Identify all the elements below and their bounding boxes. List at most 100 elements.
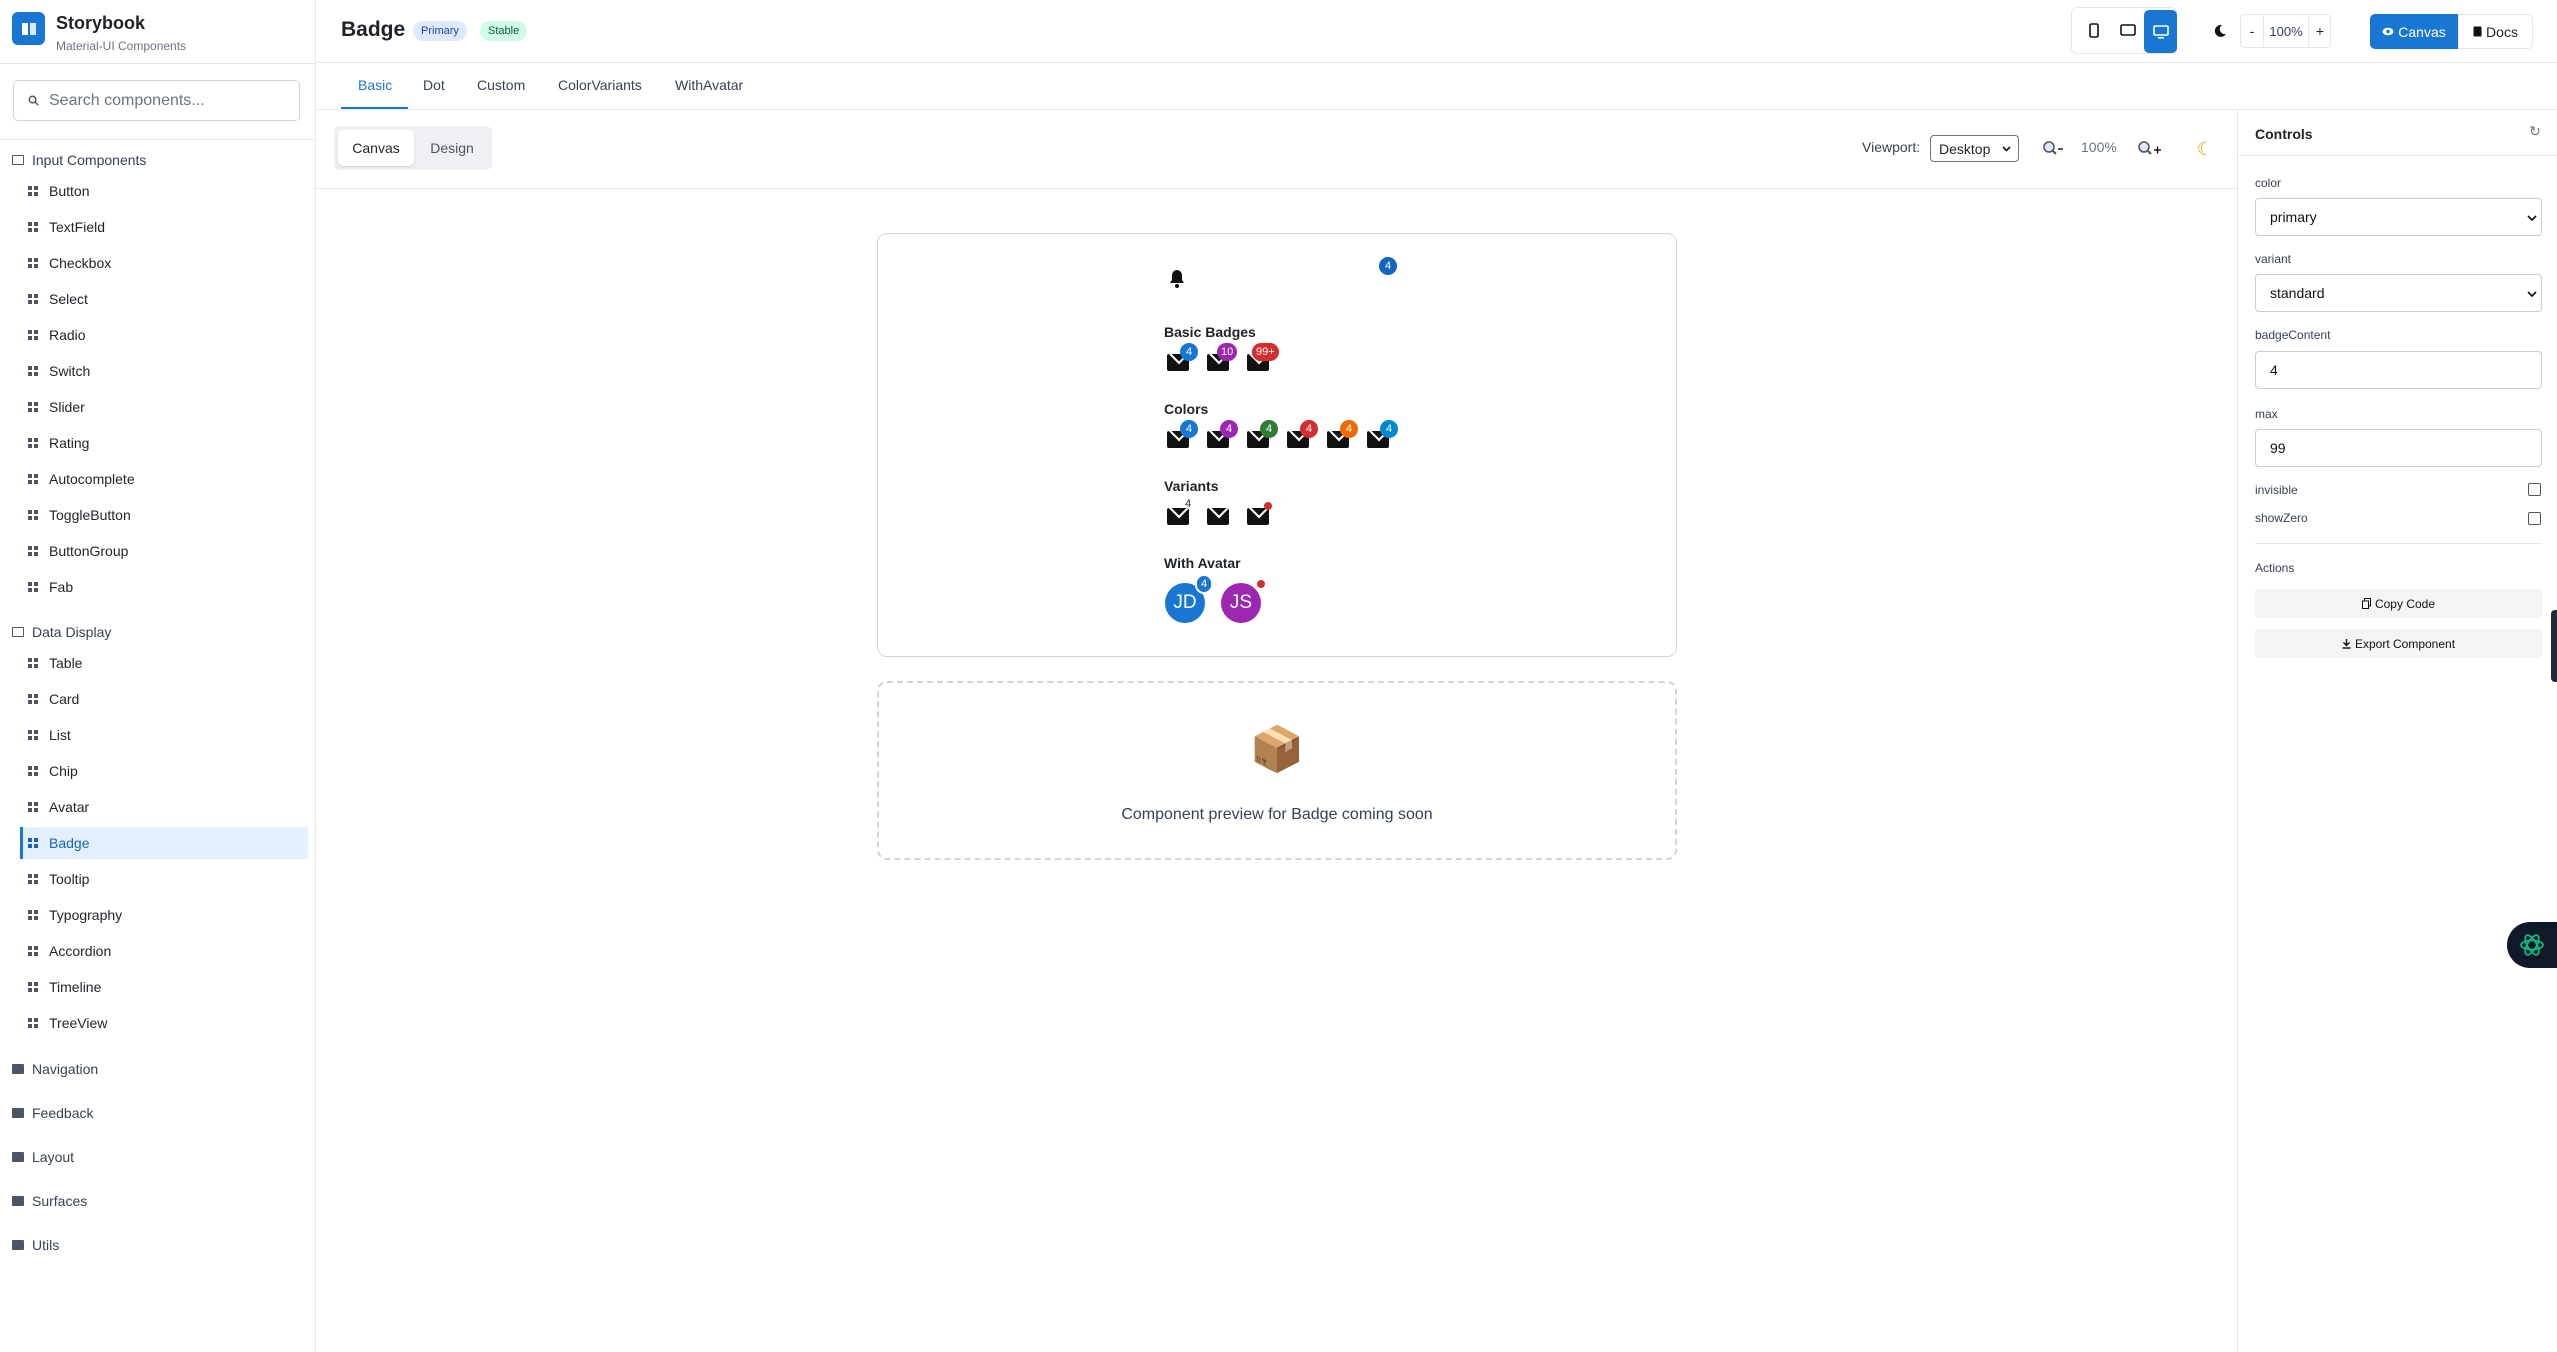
grid-icon xyxy=(28,366,38,376)
sidebar-item-label: Autocomplete xyxy=(49,471,135,487)
sidebar-item-label: ButtonGroup xyxy=(49,543,129,559)
moon-icon[interactable]: ☾ xyxy=(2191,135,2219,163)
sidebar-item-label: Button xyxy=(49,183,90,199)
viewport-select[interactable]: Desktop xyxy=(1930,135,2019,162)
badgecontent-input[interactable]: 4 xyxy=(2255,351,2542,389)
tab-withavatar[interactable]: WithAvatar xyxy=(675,77,743,93)
sidebar-item-chip[interactable]: Chip xyxy=(20,755,308,787)
badge: 4 xyxy=(1180,420,1198,438)
sidebar-item-rating[interactable]: Rating xyxy=(20,427,308,459)
control-label-variant: variant xyxy=(2255,252,2292,266)
sidebar-item-list[interactable]: List xyxy=(20,719,308,751)
sidebar-item-label: Avatar xyxy=(49,799,90,815)
grid-icon xyxy=(28,294,38,304)
group-feedback[interactable]: Feedback xyxy=(12,1099,93,1127)
grid-icon xyxy=(28,186,38,196)
grid-icon xyxy=(28,222,38,232)
eye-icon xyxy=(2382,27,2394,36)
zoom-in-button[interactable]: + xyxy=(2309,15,2331,47)
sidebar-item-tooltip[interactable]: Tooltip xyxy=(20,863,308,895)
color-select-value: primary xyxy=(2270,209,2317,225)
copy-code-button[interactable]: Copy Code xyxy=(2255,589,2542,618)
canvas-button[interactable]: Canvas xyxy=(2370,14,2458,49)
chevron-down-icon xyxy=(2002,146,2011,152)
sidebar-item-button[interactable]: Button xyxy=(20,175,308,207)
sidebar-item-switch[interactable]: Switch xyxy=(20,355,308,387)
folder-icon xyxy=(12,1064,24,1074)
tab-colorvariants[interactable]: ColorVariants xyxy=(558,77,642,93)
badge: 99+ xyxy=(1252,343,1279,361)
avatar-badge: 4 xyxy=(1195,574,1214,594)
desktop-icon[interactable] xyxy=(2144,10,2177,53)
folder-open-icon xyxy=(12,155,24,165)
group-label: Utils xyxy=(32,1237,60,1253)
sidebar-item-togglebutton[interactable]: ToggleButton xyxy=(20,499,308,531)
reset-icon[interactable]: ↻ xyxy=(2526,122,2544,140)
assistant-icon[interactable] xyxy=(2507,922,2557,968)
tab-dot[interactable]: Dot xyxy=(423,77,445,93)
component-preview xyxy=(877,233,1677,657)
sidebar-item-label: Select xyxy=(49,291,88,307)
sidebar: Storybook Material-UI Components Input C… xyxy=(0,0,316,1352)
tab-basic[interactable]: Basic xyxy=(358,77,392,93)
control-label-color: color xyxy=(2255,176,2282,190)
variant-select[interactable]: standard xyxy=(2255,274,2542,312)
tab-custom[interactable]: Custom xyxy=(477,77,525,93)
docs-button[interactable]: Docs xyxy=(2458,14,2533,49)
group-label: Input Components xyxy=(32,152,147,168)
sidebar-item-checkbox[interactable]: Checkbox xyxy=(20,247,308,279)
chevron-down-icon xyxy=(2527,291,2537,297)
export-component-button[interactable]: Export Component xyxy=(2255,629,2542,658)
mobile-icon[interactable] xyxy=(2078,14,2110,46)
sidebar-item-fab[interactable]: Fab xyxy=(20,571,308,603)
divider xyxy=(0,63,316,64)
section-title: Colors xyxy=(1164,401,1209,417)
group-navigation[interactable]: Navigation xyxy=(12,1055,98,1083)
sidebar-item-label: Checkbox xyxy=(49,255,112,271)
sidebar-item-typography[interactable]: Typography xyxy=(20,899,308,931)
sidebar-item-label: Tooltip xyxy=(49,871,90,887)
max-input[interactable]: 99 xyxy=(2255,429,2542,467)
control-label-badgecontent: badgeContent xyxy=(2255,328,2331,342)
sidebar-item-avatar[interactable]: Avatar xyxy=(20,791,308,823)
sidebar-item-badge[interactable]: Badge xyxy=(20,827,308,859)
dot-badge xyxy=(1264,502,1272,510)
sidebar-item-treeview[interactable]: TreeView xyxy=(20,1007,308,1039)
status-badge-stable: Stable xyxy=(480,21,528,41)
status-badge-primary: Primary xyxy=(413,21,467,41)
sidebar-item-slider[interactable]: Slider xyxy=(20,391,308,423)
canvas-zoom-level: 100% xyxy=(2081,139,2117,155)
showzero-checkbox[interactable] xyxy=(2528,512,2541,525)
sidebar-item-timeline[interactable]: Timeline xyxy=(20,971,308,1003)
control-label-showzero: showZero xyxy=(2255,511,2308,525)
dark-mode-icon[interactable] xyxy=(2206,17,2234,45)
sidebar-item-label: List xyxy=(49,727,71,743)
zoom-in-icon[interactable] xyxy=(2134,135,2166,163)
sidebar-item-select[interactable]: Select xyxy=(20,283,308,315)
placeholder-text: Component preview for Badge coming soon xyxy=(1121,806,1433,823)
sidebar-item-table[interactable]: Table xyxy=(20,647,308,679)
zoom-out-icon[interactable] xyxy=(2039,135,2067,163)
tablet-icon[interactable] xyxy=(2112,14,2144,46)
search-box[interactable] xyxy=(13,80,300,121)
group-utils[interactable]: Utils xyxy=(12,1231,59,1259)
search-input[interactable] xyxy=(49,91,279,110)
edge-handle[interactable] xyxy=(2551,610,2557,682)
sidebar-item-textfield[interactable]: TextField xyxy=(20,211,308,243)
sidebar-item-radio[interactable]: Radio xyxy=(20,319,308,351)
group-layout[interactable]: Layout xyxy=(12,1143,74,1171)
design-mode-button[interactable]: Design xyxy=(416,130,488,166)
grid-icon xyxy=(28,982,38,992)
sidebar-item-buttongroup[interactable]: ButtonGroup xyxy=(20,535,308,567)
badge: 4 xyxy=(1340,420,1358,438)
sidebar-item-accordion[interactable]: Accordion xyxy=(20,935,308,967)
sidebar-item-card[interactable]: Card xyxy=(20,683,308,715)
color-select[interactable]: primary xyxy=(2255,198,2542,236)
group-input-components[interactable]: Input Components xyxy=(12,146,146,174)
canvas-mode-button[interactable]: Canvas xyxy=(338,130,414,166)
group-surfaces[interactable]: Surfaces xyxy=(12,1187,87,1215)
sidebar-item-autocomplete[interactable]: Autocomplete xyxy=(20,463,308,495)
group-data-display[interactable]: Data Display xyxy=(12,618,111,646)
invisible-checkbox[interactable] xyxy=(2528,483,2541,496)
zoom-out-button[interactable]: - xyxy=(2241,15,2263,47)
